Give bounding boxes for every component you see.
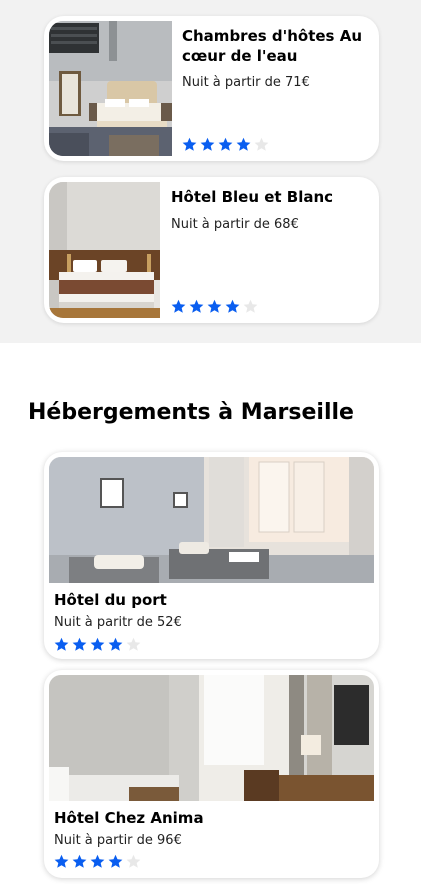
star-filled-icon: [218, 137, 233, 151]
hotel-price: Nuit à partir de 68€: [171, 217, 299, 232]
star-empty-icon: [254, 137, 269, 151]
hotel-title[interactable]: Chambres d'hôtes Au cœur de l'eau: [182, 26, 372, 66]
rating-stars: [171, 299, 258, 314]
star-filled-icon: [189, 299, 204, 313]
rating-stars: [54, 854, 141, 869]
hotel-photo: [49, 457, 374, 583]
star-filled-icon: [72, 637, 87, 651]
star-filled-icon: [90, 637, 105, 651]
featured-card-2[interactable]: Hôtel Bleu et Blanc Nuit à partir de 68€: [44, 177, 379, 323]
star-filled-icon: [182, 137, 197, 151]
hotel-photo: [49, 182, 160, 318]
hotel-photo: [49, 21, 172, 156]
star-empty-icon: [243, 299, 258, 313]
star-filled-icon: [90, 854, 105, 868]
hotel-title[interactable]: Hôtel Chez Anima: [54, 809, 204, 827]
hotel-title[interactable]: Hôtel du port: [54, 591, 167, 609]
star-empty-icon: [126, 637, 141, 651]
star-filled-icon: [200, 137, 215, 151]
hotel-title[interactable]: Hôtel Bleu et Blanc: [171, 187, 371, 207]
star-filled-icon: [236, 137, 251, 151]
listing-card-2[interactable]: Hôtel Chez Anima Nuit à partir de 96€: [44, 670, 379, 878]
star-empty-icon: [126, 854, 141, 868]
star-filled-icon: [108, 637, 123, 651]
star-filled-icon: [54, 854, 69, 868]
star-filled-icon: [171, 299, 186, 313]
rating-stars: [54, 637, 141, 652]
star-filled-icon: [207, 299, 222, 313]
listing-card-1[interactable]: Hôtel du port Nuit à paritr de 52€: [44, 452, 379, 659]
hotel-price: Nuit à partir de 96€: [54, 833, 182, 848]
featured-card-1[interactable]: Chambres d'hôtes Au cœur de l'eau Nuit à…: [44, 16, 379, 161]
star-filled-icon: [54, 637, 69, 651]
section-title: Hébergements à Marseille: [28, 400, 354, 425]
star-filled-icon: [72, 854, 87, 868]
hotel-photo: [49, 675, 374, 801]
hotel-price: Nuit à paritr de 52€: [54, 615, 182, 630]
star-filled-icon: [225, 299, 240, 313]
star-filled-icon: [108, 854, 123, 868]
hotel-price: Nuit à partir de 71€: [182, 75, 310, 90]
rating-stars: [182, 137, 269, 152]
